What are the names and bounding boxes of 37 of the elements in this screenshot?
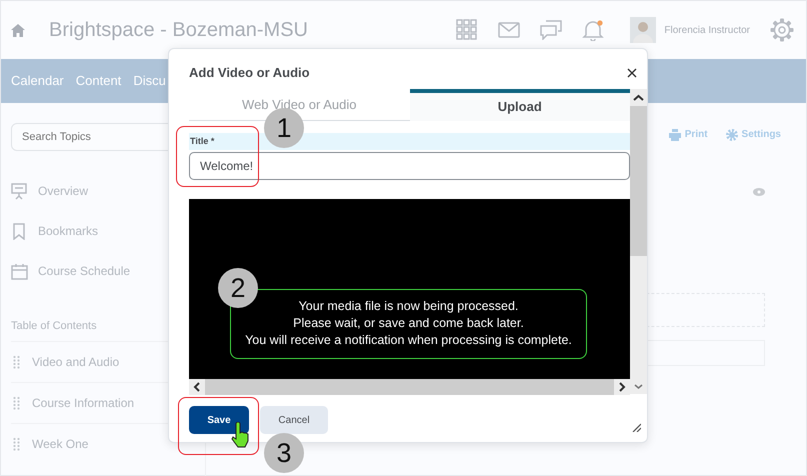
bookmark-icon: [11, 222, 28, 240]
settings-icon[interactable]: [770, 18, 794, 42]
toolbar-link[interactable]: Settings: [726, 127, 781, 142]
apps-grid-icon[interactable]: [456, 19, 478, 41]
hand-cursor-icon: [230, 422, 250, 448]
nav-link[interactable]: Content: [76, 71, 122, 91]
home-icon[interactable]: [11, 24, 25, 36]
sidebar-link[interactable]: Bookmarks: [38, 222, 98, 240]
horizontal-scrollbar[interactable]: [189, 379, 630, 395]
resize-handle-icon[interactable]: [632, 423, 641, 432]
nav-link[interactable]: Discu: [133, 71, 166, 91]
step-number: 3: [264, 433, 304, 473]
print-icon: [668, 128, 681, 140]
drag-handle-icon[interactable]: [13, 436, 20, 452]
title-field[interactable]: Welcome!: [189, 152, 630, 180]
sidebar-link[interactable]: Overview: [38, 182, 88, 200]
dialog-title: Add Video or Audio: [189, 64, 310, 82]
nav-link[interactable]: Calendar: [11, 71, 64, 91]
user-name[interactable]: Florencia Instructor: [664, 22, 750, 38]
drag-handle-icon[interactable]: [13, 354, 20, 370]
mail-icon[interactable]: [498, 22, 520, 38]
site-title[interactable]: Brightspace - Bozeman-MSU: [49, 15, 308, 45]
close-icon[interactable]: [627, 68, 637, 78]
settings-icon: [726, 128, 738, 140]
bell-icon[interactable]: [582, 20, 604, 40]
sidebar-link[interactable]: Course Schedule: [38, 262, 130, 280]
dialog-tab[interactable]: Upload: [410, 89, 630, 121]
calendar-icon: [11, 262, 28, 280]
chat-icon[interactable]: [540, 20, 562, 40]
cancel-button[interactable]: Cancel: [260, 406, 328, 434]
section-title: Table of Contents: [11, 318, 97, 334]
presentation-icon: [11, 182, 28, 200]
vertical-scrollbar[interactable]: [630, 89, 647, 394]
eye-icon[interactable]: [753, 188, 765, 196]
toolbar-link[interactable]: Print: [668, 127, 708, 142]
drag-handle-icon[interactable]: [13, 396, 20, 410]
avatar[interactable]: [630, 17, 656, 43]
